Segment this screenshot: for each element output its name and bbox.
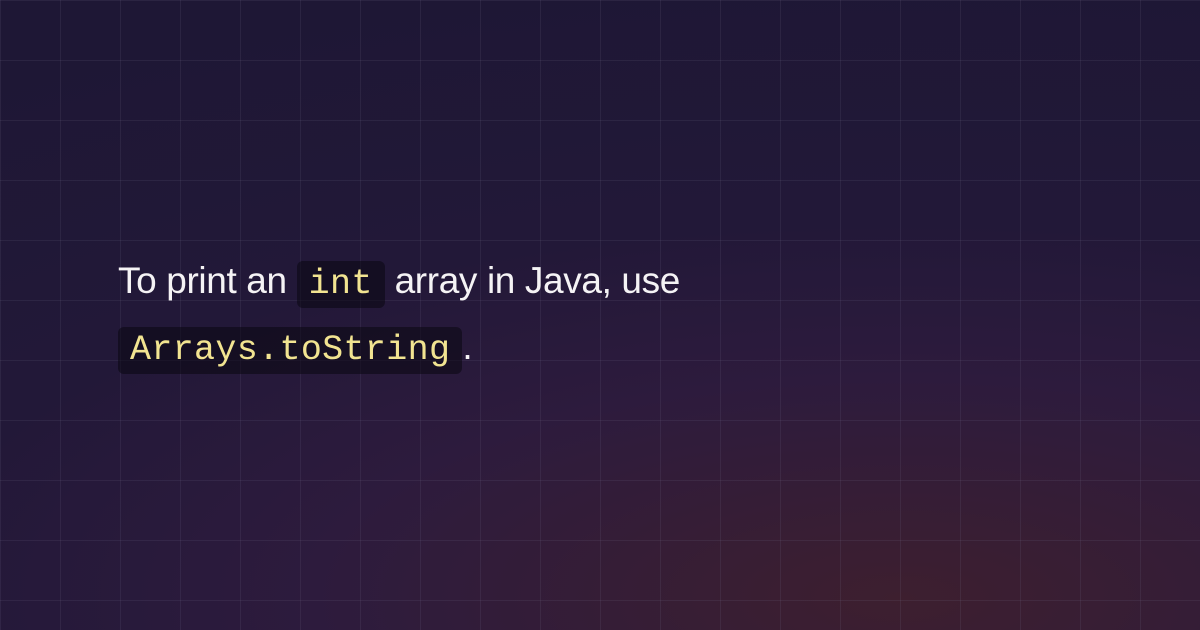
description-text: To print an int array in Java, use Array…	[118, 249, 680, 382]
main-content: To print an int array in Java, use Array…	[0, 249, 780, 382]
code-int: int	[297, 261, 385, 308]
text-part-3: .	[462, 326, 472, 367]
text-part-2: array in Java, use	[385, 260, 680, 301]
code-arrays-tostring: Arrays.toString	[118, 327, 462, 374]
text-part-1: To print an	[118, 260, 297, 301]
